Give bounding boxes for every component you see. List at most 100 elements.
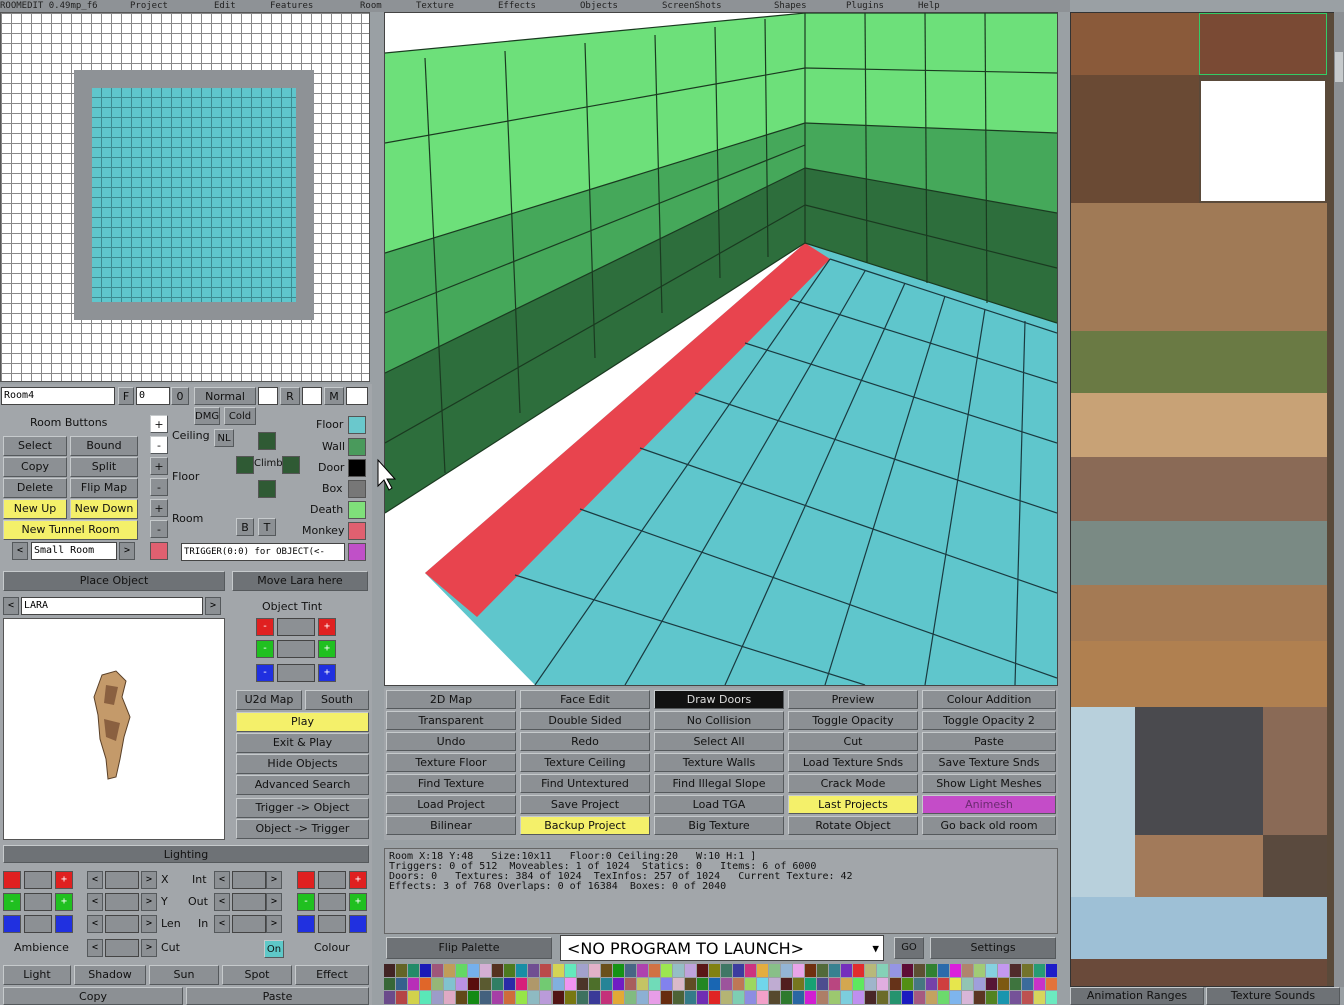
- menu-project[interactable]: Project: [130, 0, 214, 12]
- palette-swatch[interactable]: [588, 964, 600, 977]
- flip-palette-button[interactable]: Flip Palette: [386, 937, 552, 959]
- ambience-green-plus[interactable]: +: [55, 893, 73, 911]
- palette-swatch[interactable]: [540, 977, 552, 991]
- palette-swatch[interactable]: [684, 977, 696, 991]
- y-field[interactable]: [105, 893, 139, 911]
- show-light-meshes-button[interactable]: Show Light Meshes: [922, 774, 1056, 793]
- texture-tile[interactable]: [1071, 585, 1327, 641]
- palette-swatch[interactable]: [540, 964, 552, 977]
- palette-swatch[interactable]: [949, 977, 961, 991]
- tint-blue-plus[interactable]: +: [318, 664, 336, 682]
- palette-swatch[interactable]: [901, 964, 913, 977]
- palette-swatch[interactable]: [708, 991, 720, 1004]
- texture-tile[interactable]: [1071, 959, 1327, 986]
- palette-swatch[interactable]: [648, 991, 660, 1004]
- palette-swatch[interactable]: [636, 964, 648, 977]
- palette-swatch[interactable]: [997, 964, 1009, 977]
- texture-tile[interactable]: [1071, 331, 1327, 393]
- load-texture-snds-button[interactable]: Load Texture Snds: [788, 753, 918, 772]
- tint-blue-field[interactable]: [277, 664, 315, 682]
- palette-swatch[interactable]: [648, 964, 660, 977]
- go-button[interactable]: GO: [894, 937, 924, 959]
- palette-swatch[interactable]: [1009, 964, 1021, 977]
- move-lara-button[interactable]: Move Lara here: [232, 571, 368, 591]
- palette-swatch[interactable]: [757, 964, 769, 977]
- animesh-button[interactable]: Animesh: [922, 795, 1056, 814]
- palette-swatch[interactable]: [805, 977, 817, 991]
- palette-swatch[interactable]: [925, 977, 937, 991]
- palette-swatch[interactable]: [1033, 977, 1045, 991]
- palette-swatch[interactable]: [745, 991, 757, 1004]
- object-next-button[interactable]: >: [205, 597, 221, 615]
- palette-swatch[interactable]: [961, 977, 973, 991]
- x-prev-button[interactable]: <: [87, 871, 103, 889]
- copy-room-button[interactable]: Copy: [3, 457, 67, 477]
- palette-swatch[interactable]: [384, 991, 396, 1004]
- ceiling-plus-button[interactable]: +: [150, 415, 168, 433]
- in-prev-button[interactable]: <: [214, 915, 230, 933]
- palette-swatch[interactable]: [733, 991, 745, 1004]
- palette-swatch[interactable]: [420, 977, 432, 991]
- palette-swatch[interactable]: [516, 964, 528, 977]
- animation-ranges-button[interactable]: Animation Ranges: [1070, 987, 1204, 1005]
- palette-swatch[interactable]: [913, 964, 925, 977]
- colour-green-field[interactable]: [318, 893, 346, 911]
- settings-button[interactable]: Settings: [930, 937, 1056, 959]
- palette-swatch[interactable]: [552, 964, 564, 977]
- palette-swatch[interactable]: [528, 964, 540, 977]
- palette-swatch[interactable]: [672, 964, 684, 977]
- palette-swatch[interactable]: [492, 991, 504, 1004]
- palette-swatch[interactable]: [456, 964, 468, 977]
- palette-swatch[interactable]: [528, 977, 540, 991]
- in-field[interactable]: [232, 915, 266, 933]
- object-trigger-button[interactable]: Object -> Trigger: [236, 819, 369, 839]
- palette-swatch[interactable]: [769, 991, 781, 1004]
- palette-swatch[interactable]: [829, 964, 841, 977]
- palette-swatch[interactable]: [612, 964, 624, 977]
- palette-swatch[interactable]: [696, 991, 708, 1004]
- ambience-blue-minus[interactable]: [3, 915, 21, 933]
- palette-swatch[interactable]: [648, 977, 660, 991]
- texture-tile[interactable]: [1071, 641, 1327, 707]
- colour-blue-plus[interactable]: [349, 915, 367, 933]
- palette-swatch[interactable]: [672, 977, 684, 991]
- paste-light-button[interactable]: Paste: [186, 987, 369, 1005]
- palette-swatch[interactable]: [672, 991, 684, 1004]
- palette-swatch[interactable]: [384, 964, 396, 977]
- palette-swatch[interactable]: [480, 977, 492, 991]
- texture-tile[interactable]: [1071, 75, 1199, 203]
- load-tga-button[interactable]: Load TGA: [654, 795, 784, 814]
- nl-button[interactable]: NL: [214, 429, 234, 447]
- palette-swatch[interactable]: [564, 977, 576, 991]
- palette-swatch[interactable]: [841, 977, 853, 991]
- room-grid-map[interactable]: [0, 12, 370, 382]
- in-next-button[interactable]: >: [266, 915, 282, 933]
- delete-button[interactable]: Delete: [3, 478, 67, 498]
- palette-swatch[interactable]: [1045, 964, 1057, 977]
- palette-swatch[interactable]: [949, 964, 961, 977]
- bound-button[interactable]: Bound: [70, 436, 138, 456]
- palette-swatch[interactable]: [660, 991, 672, 1004]
- palette-swatch[interactable]: [708, 977, 720, 991]
- palette-swatch[interactable]: [805, 991, 817, 1004]
- flip-map-button[interactable]: Flip Map: [70, 478, 138, 498]
- selected-texture[interactable]: [1201, 81, 1325, 201]
- ambience-red-plus[interactable]: +: [55, 871, 73, 889]
- palette-swatch[interactable]: [1021, 964, 1033, 977]
- colour-blue-field[interactable]: [318, 915, 346, 933]
- y-next-button[interactable]: >: [141, 893, 157, 911]
- backup-project-button[interactable]: Backup Project: [520, 816, 650, 835]
- trigger-field[interactable]: TRIGGER(0:0) for OBJECT(<-: [181, 543, 345, 561]
- climb-north-toggle[interactable]: [258, 432, 276, 450]
- colour-red-swatch[interactable]: [297, 871, 315, 889]
- place-object-button[interactable]: Place Object: [3, 571, 225, 591]
- palette-swatch[interactable]: [600, 977, 612, 991]
- palette-swatch[interactable]: [805, 964, 817, 977]
- palette-swatch[interactable]: [757, 977, 769, 991]
- palette-swatch[interactable]: [636, 977, 648, 991]
- texture-tile[interactable]: [1071, 13, 1199, 75]
- find-illegal-slope-button[interactable]: Find Illegal Slope: [654, 774, 784, 793]
- f-value-field[interactable]: 0: [136, 387, 170, 405]
- spot-button[interactable]: Spot: [222, 965, 292, 985]
- palette-swatch[interactable]: [456, 977, 468, 991]
